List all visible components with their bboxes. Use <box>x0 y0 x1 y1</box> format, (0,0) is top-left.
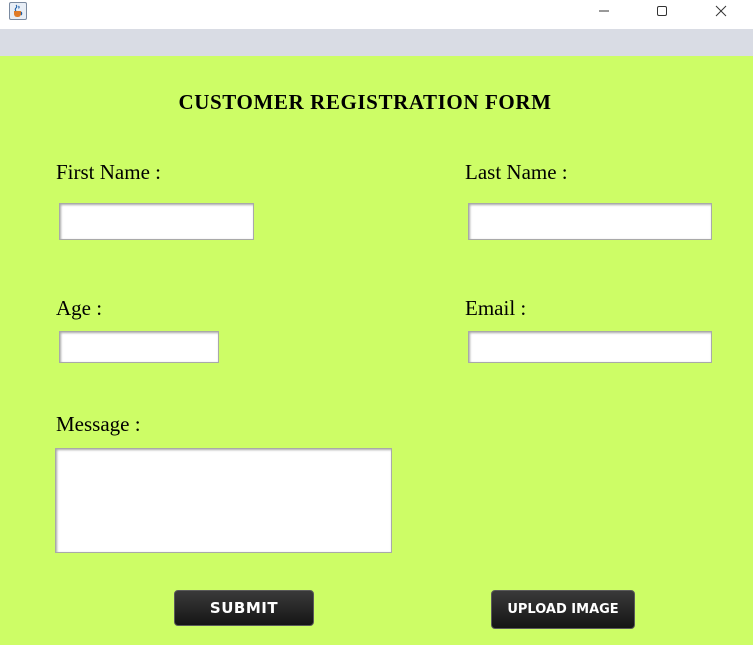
close-button[interactable] <box>698 0 744 22</box>
first-name-label: First Name : <box>56 160 161 184</box>
email-input[interactable] <box>468 331 712 363</box>
minimize-button[interactable] <box>581 0 627 22</box>
age-input[interactable] <box>59 331 219 363</box>
upload-image-button[interactable]: UPLOAD IMAGE <box>491 590 635 629</box>
form-title: CUSTOMER REGISTRATION FORM <box>178 90 552 114</box>
last-name-input[interactable] <box>468 203 712 240</box>
first-name-input[interactable] <box>59 203 254 240</box>
window-titlebar <box>0 0 753 29</box>
menu-bar <box>0 29 753 56</box>
maximize-icon <box>657 6 667 16</box>
age-label: Age : <box>56 296 103 320</box>
email-label: Email : <box>465 296 527 320</box>
message-label: Message : <box>56 412 141 436</box>
submit-button[interactable]: SUBMIT <box>174 590 314 626</box>
close-icon <box>715 5 727 17</box>
java-cup-icon <box>9 2 27 20</box>
last-name-label: Last Name : <box>465 160 568 184</box>
message-textarea[interactable] <box>55 448 392 553</box>
minimize-icon <box>599 10 609 12</box>
maximize-button[interactable] <box>639 0 685 22</box>
